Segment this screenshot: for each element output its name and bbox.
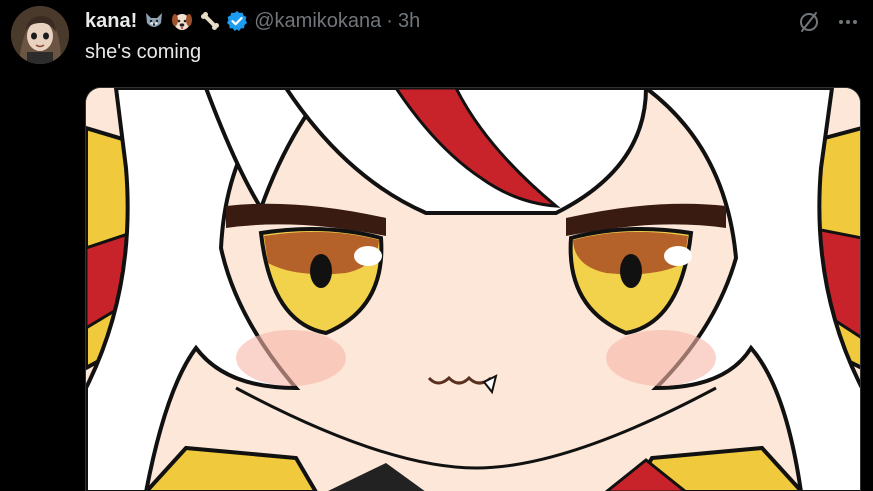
user-handle[interactable]: @kamikokana <box>254 10 381 33</box>
bone-icon <box>199 10 221 32</box>
tweet-text: she's coming <box>85 41 202 63</box>
wolf-icon <box>143 10 165 32</box>
timestamp[interactable]: 3h <box>398 10 420 33</box>
verified-badge-icon <box>227 11 248 31</box>
avatar[interactable] <box>11 6 69 64</box>
tweet[interactable]: kana! @kamikokana · 3h she's coming <box>0 0 873 491</box>
separator-dot: · <box>386 9 393 32</box>
grok-icon[interactable] <box>797 10 821 34</box>
tweet-header: kana! @kamikokana · 3h <box>85 9 420 33</box>
anime-girl-illustration <box>86 88 860 491</box>
more-options-icon[interactable] <box>836 10 860 34</box>
display-name[interactable]: kana! <box>85 10 137 33</box>
tweet-media-image[interactable] <box>85 87 861 491</box>
avatar-image <box>11 6 69 64</box>
dog-icon <box>171 10 193 32</box>
